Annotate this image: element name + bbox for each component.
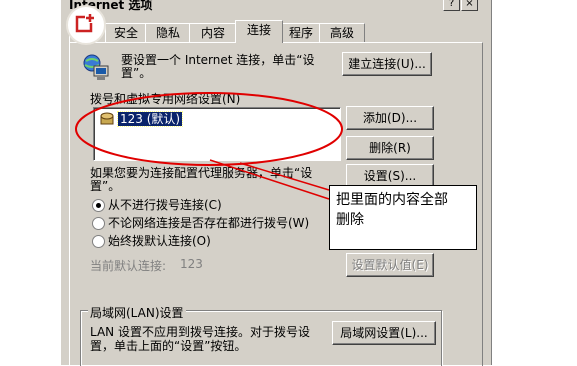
callout-line2: 删除 [336,212,364,228]
tab-content[interactable]: 内容 [189,23,237,42]
tab-security[interactable]: 安全 [105,23,147,42]
set-default-button[interactable]: 设置默认值(E) [346,253,434,277]
remove-button[interactable]: 删除(R) [346,136,434,160]
title-bar: Internet 选项 ? × [61,0,491,12]
current-default-label: 当前默认连接: [90,259,167,273]
tab-advanced[interactable]: 高级 [319,23,365,42]
lan-settings-button[interactable]: 局域网设置(L)... [332,321,436,345]
add-button[interactable]: 添加(D)... [346,106,434,130]
annotation-callout: 把里面的内容全部 删除 [329,185,477,250]
button-label: 删除(R) [369,141,411,155]
proxy-text-line1: 如果您要为连接配置代理服务器，单击“设 [90,166,313,180]
phone-connection-icon [100,111,116,131]
lan-group-label: 局域网(LAN)设置 [88,304,186,321]
tab-label: 高级 [329,26,354,40]
proxy-text-line2: 置”。 [90,179,121,193]
tab-privacy[interactable]: 隐私 [145,23,191,42]
tab-label: 隐私 [155,26,180,40]
callout-line1: 把里面的内容全部 [336,192,448,208]
radio-dial-whenever[interactable] [92,217,105,230]
radio-label-dial-whenever: 不论网络连接是否存在都进行拨号(W) [108,216,310,230]
list-item[interactable]: 123 (默认) [100,111,184,127]
button-label: 局域网设置(L)... [340,326,428,340]
tab-label: 内容 [200,26,225,40]
radio-always-dial-default[interactable] [92,235,105,248]
tab-label: 程序 [288,26,313,40]
radio-label-never-dial: 从不进行拨号连接(C) [108,198,222,212]
site-logo-icon [66,5,106,45]
button-label: 设置(S)... [363,169,417,183]
setup-text-line2: 置”。 [121,66,152,80]
lan-text-line2: 置，单击上面的“设置”按钮。 [90,339,247,353]
tab-label: 安全 [113,26,138,40]
tab-programs[interactable]: 程序 [281,23,321,42]
close-button[interactable]: × [461,0,478,11]
dialup-connection-list[interactable]: 123 (默认) [93,107,341,161]
radio-never-dial[interactable] [92,199,105,212]
tab-connections[interactable]: 连接 [235,20,283,43]
dialup-group-label: 拨号和虚拟专用网络设置(N) [90,92,241,106]
tab-label: 连接 [246,23,271,37]
help-button[interactable]: ? [443,0,460,11]
button-label: 建立连接(U)... [348,57,426,71]
current-default-value: 123 [180,257,203,271]
button-label: 添加(D)... [362,111,418,125]
network-computer-icon [80,52,112,84]
connection-name: 123 (默认) [116,111,184,127]
radio-label-always-dial: 始终拨默认连接(O) [108,234,211,248]
setup-connection-button[interactable]: 建立连接(U)... [342,52,432,76]
button-label: 设置默认值(E) [351,258,429,272]
